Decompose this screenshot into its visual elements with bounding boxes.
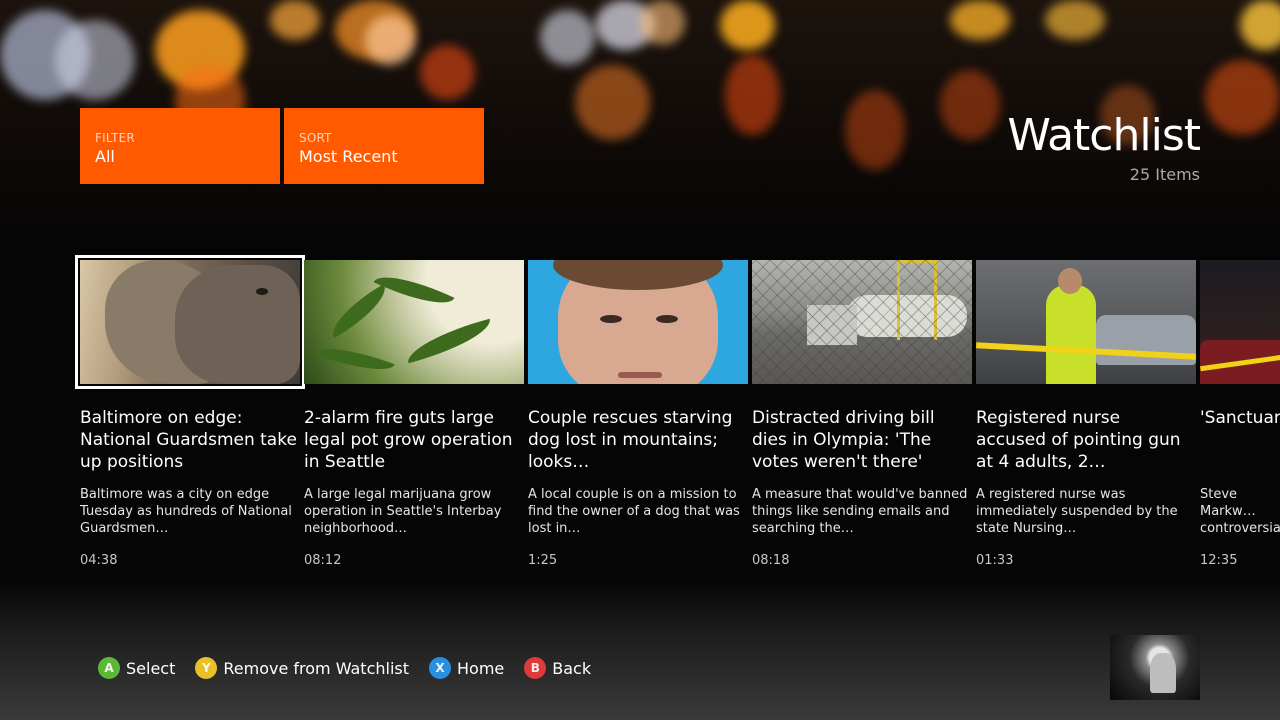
sort-button[interactable]: SORT Most Recent: [284, 108, 484, 184]
y-button-icon: Y: [195, 657, 218, 679]
video-card[interactable]: 2-alarm fire guts large legal pot grow o…: [304, 260, 524, 580]
night-scene-image: [1200, 260, 1280, 384]
card-description: Steve Markw… controversia… now-defunct…: [1200, 487, 1280, 540]
card-duration: 1:25: [528, 553, 558, 568]
remove-label: Remove from Watchlist: [223, 658, 410, 678]
a-button-icon: A: [98, 657, 120, 679]
remove-from-watchlist-hint[interactable]: Y Remove from Watchlist: [195, 657, 409, 679]
cannabis-plant-image: [304, 260, 524, 384]
card-title: Couple rescues starving dog lost in moun…: [528, 408, 733, 472]
back-label: Back: [552, 658, 592, 678]
select-label: Select: [126, 658, 176, 678]
gamerpic-avatar[interactable]: [1110, 635, 1200, 700]
back-hint[interactable]: B Back: [524, 657, 591, 679]
x-button-icon: X: [429, 657, 452, 679]
sort-value: Most Recent: [299, 147, 398, 166]
card-duration: 08:12: [304, 553, 342, 568]
card-description: A local couple is on a mission to find t…: [528, 487, 740, 536]
card-description: Baltimore was a city on edge Tuesday as …: [80, 487, 292, 536]
tanker-truck-image: [752, 260, 972, 384]
elephant-image: [80, 260, 300, 384]
card-title: 2-alarm fire guts large legal pot grow o…: [304, 408, 513, 472]
police-scene-image: [976, 260, 1196, 384]
home-label: Home: [457, 658, 505, 678]
card-title: 'Sanctuary' founder g… documen…: [1200, 408, 1280, 428]
page-title: Watchlist: [1007, 110, 1201, 161]
controller-hints: A Select Y Remove from Watchlist X Home …: [98, 657, 611, 679]
card-description: A large legal marijuana grow operation i…: [304, 487, 502, 536]
sort-caption: SORT: [299, 131, 332, 145]
man-portrait-image: [528, 260, 748, 384]
card-title: Distracted driving bill dies in Olympia:…: [752, 408, 935, 472]
card-title: Registered nurse accused of pointing gun…: [976, 408, 1181, 472]
card-duration: 08:18: [752, 553, 790, 568]
card-description: A measure that would've banned things li…: [752, 487, 968, 536]
video-card[interactable]: Baltimore on edge: National Guardsmen ta…: [75, 255, 305, 580]
card-description: A registered nurse was immediately suspe…: [976, 487, 1178, 536]
video-card[interactable]: 'Sanctuary' founder g… documen… Steve Ma…: [1200, 260, 1280, 580]
video-card[interactable]: Registered nurse accused of pointing gun…: [976, 260, 1196, 580]
card-duration: 04:38: [80, 553, 118, 568]
filter-caption: FILTER: [95, 131, 135, 145]
b-button-icon: B: [524, 657, 547, 679]
video-card[interactable]: Couple rescues starving dog lost in moun…: [528, 260, 748, 580]
filter-value: All: [95, 147, 115, 166]
filter-button[interactable]: FILTER All: [80, 108, 280, 184]
select-hint[interactable]: A Select: [98, 657, 175, 679]
card-duration: 01:33: [976, 553, 1014, 568]
card-title: Baltimore on edge: National Guardsmen ta…: [80, 408, 297, 472]
video-card[interactable]: Distracted driving bill dies in Olympia:…: [752, 260, 972, 580]
card-duration: 12:35: [1200, 553, 1238, 568]
home-hint[interactable]: X Home: [429, 657, 504, 679]
item-count: 25 Items: [1129, 165, 1200, 184]
